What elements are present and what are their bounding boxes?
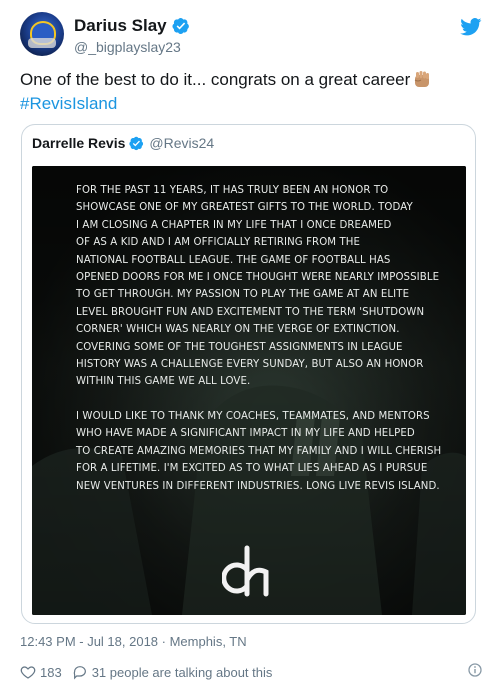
statement-line: National Football League. The game of fo… bbox=[76, 253, 391, 266]
tweet-text: One of the best to do it... congrats on … bbox=[20, 68, 480, 116]
dr-monogram-logo bbox=[222, 545, 269, 597]
statement-line: I am closing a chapter in my life that I… bbox=[76, 218, 392, 231]
statement-line: to create amazing memories that my famil… bbox=[76, 444, 442, 457]
statement-line: showcase one of my greatest gifts to the… bbox=[76, 201, 413, 214]
author-avatar[interactable] bbox=[20, 12, 64, 56]
author-handle[interactable]: @_bigplayslay23 bbox=[74, 39, 181, 55]
statement-line: history was a challenge every Sunday, bu… bbox=[76, 358, 424, 371]
talking-count: 31 people are talking about this bbox=[91, 664, 273, 680]
statement-line: to get through. My passion to play the g… bbox=[76, 288, 410, 301]
tweet-text-body: One of the best to do it... congrats on … bbox=[20, 70, 411, 89]
verified-badge-icon bbox=[172, 17, 190, 35]
quoted-handle[interactable]: @Revis24 bbox=[149, 135, 214, 151]
twitter-bird-icon[interactable] bbox=[460, 18, 482, 36]
tweet-timestamp[interactable]: 12:43 PM - Jul 18, 2018 · Memphis, TN bbox=[20, 634, 247, 649]
reply-action[interactable]: 31 people are talking about this bbox=[72, 664, 273, 680]
statement-line: level brought fun and excitement to the … bbox=[76, 305, 425, 318]
tweet-actions: 183 31 people are talking about this bbox=[20, 662, 282, 682]
quoted-author-row[interactable]: Darrelle Revis @Revis24 bbox=[32, 135, 214, 151]
quoted-media-image[interactable]: For the past 11 years, it has truly been… bbox=[32, 166, 466, 615]
statement-line: I would like to thank my coaches, teamma… bbox=[76, 409, 430, 422]
quoted-tweet-card[interactable]: Darrelle Revis @Revis24 FOR THE PAST 11 … bbox=[21, 124, 476, 624]
raised-fist-icon bbox=[412, 69, 432, 89]
author-name-row[interactable]: Darius Slay bbox=[74, 15, 190, 37]
comment-bubble-icon bbox=[73, 666, 86, 680]
verified-badge-icon bbox=[129, 136, 144, 151]
retirement-statement: For the past 11 years, it has truly been… bbox=[76, 182, 441, 495]
statement-line: new ventures in different industries. Lo… bbox=[76, 479, 440, 492]
info-icon[interactable] bbox=[468, 663, 482, 677]
like-count: 183 bbox=[40, 664, 62, 680]
tweet-text-line: One of the best to do it... congrats on … bbox=[20, 68, 480, 92]
tweet-hashtag-line: #RevisIsland bbox=[20, 92, 480, 116]
statement-line: within this game we all love. bbox=[76, 375, 251, 388]
statement-line: Covering some of the toughest assignment… bbox=[76, 340, 403, 353]
statement-line: who have made a significant impact in my… bbox=[76, 427, 415, 440]
statement-line: of as a kid and I am officially retiring… bbox=[76, 236, 361, 249]
like-action[interactable]: 183 bbox=[20, 664, 62, 680]
statement-line: opened doors for me I once thought were … bbox=[76, 271, 440, 284]
statement-line: for a lifetime. I'm excited as to what l… bbox=[76, 462, 428, 475]
hashtag-link[interactable]: #RevisIsland bbox=[20, 94, 117, 113]
quoted-display-name[interactable]: Darrelle Revis bbox=[32, 135, 125, 151]
author-display-name[interactable]: Darius Slay bbox=[74, 16, 167, 36]
embedded-tweet: Darius Slay @_bigplayslay23 One of the b… bbox=[0, 0, 496, 693]
avatar-facemask bbox=[28, 38, 56, 48]
heart-icon bbox=[20, 666, 36, 679]
statement-line: Corner' which was nearly on the verge of… bbox=[76, 323, 400, 336]
statement-line: For the past 11 years, it has truly been… bbox=[76, 184, 389, 196]
